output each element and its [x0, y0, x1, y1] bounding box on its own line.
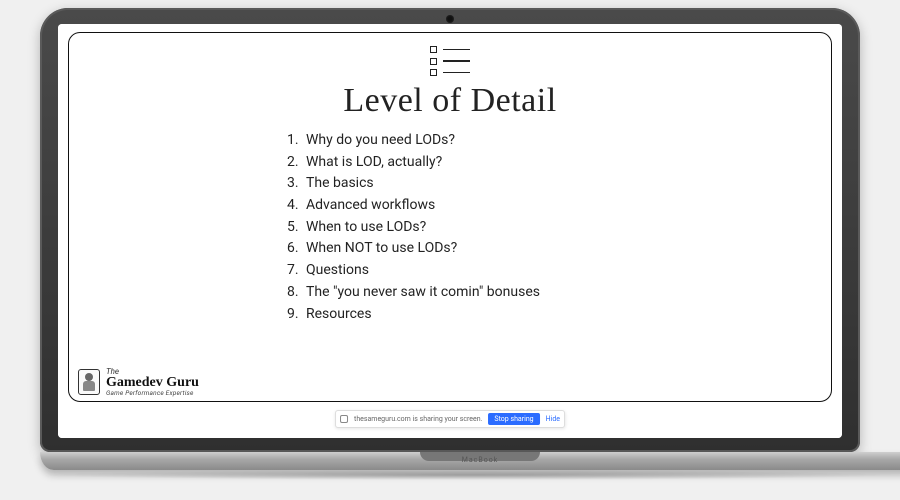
logo-tagline: Game Performance Expertise	[106, 390, 199, 397]
list-item: The basics	[302, 173, 620, 195]
share-indicator-icon	[340, 415, 348, 423]
screen-share-bar: thesameguru.com is sharing your screen. …	[335, 410, 565, 428]
device-brand-label: MacBook	[462, 456, 498, 464]
camera-icon	[446, 15, 454, 23]
laptop-mockup: Level of Detail Why do you need LODs? Wh…	[40, 8, 860, 480]
laptop-shadow	[40, 470, 900, 480]
list-item: When NOT to use LODs?	[302, 238, 620, 260]
brand-logo: The Gamedev Guru Game Performance Expert…	[78, 368, 199, 397]
list-item: Advanced workflows	[302, 195, 620, 217]
list-item: Questions	[302, 260, 620, 282]
list-item: When to use LODs?	[302, 217, 620, 239]
table-of-contents-icon	[430, 46, 470, 76]
slide-title: Level of Detail	[343, 82, 556, 120]
stop-sharing-button[interactable]: Stop sharing	[488, 413, 539, 425]
list-item: Resources	[302, 304, 620, 326]
share-status-text: thesameguru.com is sharing your screen.	[354, 415, 482, 423]
guru-avatar-icon	[78, 369, 100, 395]
slide-content: Level of Detail Why do you need LODs? Wh…	[68, 32, 832, 402]
list-item: What is LOD, actually?	[302, 152, 620, 174]
laptop-screen: Level of Detail Why do you need LODs? Wh…	[58, 24, 842, 438]
stage: Level of Detail Why do you need LODs? Wh…	[0, 0, 900, 500]
list-item: The "you never saw it comin" bonuses	[302, 282, 620, 304]
presentation-slide: Level of Detail Why do you need LODs? Wh…	[58, 24, 842, 438]
logo-text: The Gamedev Guru Game Performance Expert…	[106, 368, 199, 397]
list-item: Why do you need LODs?	[302, 130, 620, 152]
laptop-base: MacBook	[40, 452, 900, 470]
agenda-list: Why do you need LODs? What is LOD, actua…	[280, 130, 620, 325]
hide-share-bar-button[interactable]: Hide	[546, 415, 560, 423]
laptop-lid: Level of Detail Why do you need LODs? Wh…	[40, 8, 860, 452]
logo-name: Gamedev Guru	[106, 376, 199, 390]
